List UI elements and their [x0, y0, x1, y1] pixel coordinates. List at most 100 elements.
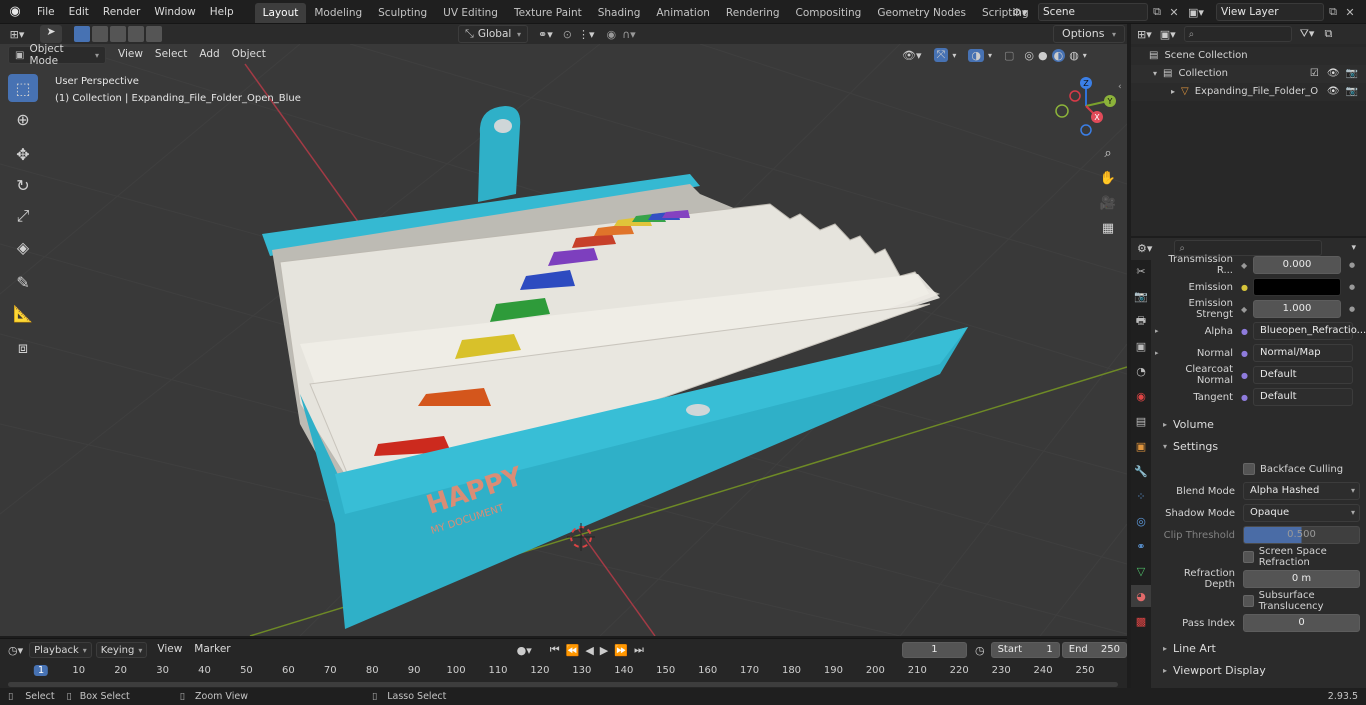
current-frame-marker[interactable]: 1 [33, 665, 49, 676]
camera-icon[interactable]: 📷 [1346, 65, 1358, 83]
ssr-row[interactable]: Screen Space Refraction [1153, 546, 1366, 568]
editor-type-icon[interactable]: ⊞▾ [0, 28, 34, 41]
snap-target-icon[interactable]: ⋮▾ [578, 28, 595, 41]
tab-animation[interactable]: Animation [648, 3, 718, 23]
refraction-depth-field[interactable]: 0 m [1243, 570, 1360, 588]
prev-keyframe-icon[interactable]: ⏪ [566, 644, 580, 657]
keyframe-dot-icon[interactable]: ● [1349, 305, 1355, 313]
tab-uv-editing[interactable]: UV Editing [435, 3, 506, 23]
menu-window[interactable]: Window [147, 0, 202, 24]
select-mode-extend-icon[interactable] [92, 26, 108, 42]
alpha-link-field[interactable]: Blueopen_Refractio... [1253, 322, 1366, 340]
gizmo-toggle-icon[interactable]: ⤧ [933, 48, 949, 62]
delete-scene-icon[interactable]: ✕ [1166, 6, 1182, 19]
tool-props-icon[interactable]: ✂ [1131, 260, 1151, 282]
data-props-icon[interactable]: ▽ [1131, 560, 1151, 582]
scale-tool-icon[interactable]: ⤢ [8, 202, 38, 230]
view-layer-field[interactable]: View Layer [1216, 3, 1324, 21]
options-dropdown[interactable]: Options ▾ [1053, 25, 1125, 43]
subsurface-row[interactable]: Subsurface Translucency [1153, 590, 1366, 612]
world-props-icon[interactable]: ◉ [1131, 385, 1151, 407]
backface-culling-row[interactable]: Backface Culling [1153, 458, 1366, 480]
link-dot-icon[interactable]: ● [1241, 393, 1253, 402]
constraints-props-icon[interactable]: ⚭ [1131, 535, 1151, 557]
menu-view[interactable]: View [112, 46, 149, 64]
camera-view-icon[interactable]: 🎥 [1097, 192, 1119, 214]
wireframe-shading-icon[interactable]: ◎ [1024, 49, 1034, 62]
eye-icon[interactable]: 👁 [1327, 65, 1340, 83]
new-collection-icon[interactable]: ⧉ [1324, 27, 1332, 41]
eye-icon[interactable]: 👁 [1327, 83, 1340, 101]
annotate-tool-icon[interactable]: ✎ [8, 268, 38, 296]
subsurface-checkbox[interactable] [1243, 595, 1254, 607]
scene-name-field[interactable]: Scene [1038, 3, 1148, 21]
clearcoat-normal-field[interactable]: Default [1253, 366, 1353, 384]
visibility-icon[interactable]: 👁▾ [902, 49, 922, 62]
shadow-mode-dropdown[interactable]: Opaque ▾ [1243, 504, 1360, 522]
filter-icon[interactable]: ⛛▾ [1300, 27, 1315, 41]
copy-scene-icon[interactable]: ⧉ [1148, 5, 1166, 19]
render-props-icon[interactable]: 📷 [1131, 285, 1151, 307]
tab-modeling[interactable]: Modeling [306, 3, 370, 23]
collection-props-icon[interactable]: ▤ [1131, 410, 1151, 432]
ssr-checkbox[interactable] [1243, 551, 1254, 563]
cursor-tool-icon[interactable]: ⊕ [8, 105, 38, 133]
link-dot-icon[interactable]: ● [1241, 283, 1253, 292]
proportional-edit-icon[interactable]: ◉ [607, 28, 617, 41]
exclude-checkbox-icon[interactable]: ☑ [1310, 65, 1319, 83]
measure-tool-icon[interactable]: 📐 [8, 299, 38, 327]
texture-props-icon[interactable]: ▩ [1131, 610, 1151, 632]
link-dot-icon[interactable]: ◆ [1241, 261, 1253, 270]
move-tool-icon[interactable]: ✥ [8, 140, 38, 168]
normal-link-field[interactable]: Normal/Map [1253, 344, 1353, 362]
settings-section-header[interactable]: ▾ Settings [1153, 436, 1366, 458]
chevron-down-icon[interactable]: ▾ [952, 51, 956, 60]
menu-edit[interactable]: Edit [62, 0, 96, 24]
view-layer-icon[interactable]: ▣▾ [1188, 6, 1216, 19]
xray-icon[interactable]: ▢ [1004, 49, 1014, 62]
menu-file[interactable]: File [30, 0, 62, 24]
material-shading-icon[interactable]: ◐ [1051, 48, 1066, 62]
volume-section-header[interactable]: ▸ Volume [1153, 414, 1366, 436]
keyframe-dot-icon[interactable]: ● [1349, 283, 1355, 291]
3d-viewport[interactable]: HAPPY MY DOCUMENT Z Y X ▣ Object Mode ▾ … [0, 44, 1127, 636]
viewport-display-section-header[interactable]: ▸ Viewport Display [1153, 660, 1366, 682]
modifier-props-icon[interactable]: 🔧 [1131, 460, 1151, 482]
transform-tool-icon[interactable]: ◈ [8, 233, 38, 261]
select-mode-invert-icon[interactable] [128, 26, 144, 42]
link-dot-icon[interactable]: ◆ [1241, 305, 1253, 314]
tab-layout[interactable]: Layout [254, 2, 307, 23]
jump-start-icon[interactable]: ⏮ [550, 643, 560, 657]
outliner-scene-collection[interactable]: ▤ Scene Collection [1131, 47, 1366, 65]
display-mode-icon[interactable]: ▣▾ [1160, 28, 1176, 41]
keyframe-dot-icon[interactable]: ● [1349, 261, 1355, 269]
timeline-view-menu[interactable]: View [151, 641, 188, 659]
menu-render[interactable]: Render [96, 0, 147, 24]
outliner-search-input[interactable]: ⌕ [1183, 26, 1292, 42]
overlay-toggle-icon[interactable]: ◑ [968, 48, 984, 62]
play-reverse-icon[interactable]: ◀ [585, 644, 593, 657]
start-frame-field[interactable]: Start 1 [990, 642, 1060, 658]
clock-icon[interactable]: ◷ [975, 644, 985, 657]
particles-props-icon[interactable]: ⁘ [1131, 485, 1151, 507]
link-dot-icon[interactable]: ● [1241, 371, 1253, 380]
select-mode-subtract-icon[interactable] [110, 26, 126, 42]
menu-help[interactable]: Help [203, 0, 241, 24]
falloff-icon[interactable]: ∩▾ [622, 28, 636, 41]
transmission-roughness-field[interactable]: 0.000 [1253, 256, 1341, 274]
ortho-toggle-icon[interactable]: ▦ [1097, 217, 1119, 239]
object-mode-dropdown[interactable]: ▣ Object Mode ▾ [8, 44, 106, 67]
outliner-collection[interactable]: ▾ ▤ Collection ☑ 👁 📷 [1131, 65, 1366, 83]
expand-arrow-icon[interactable]: ▸ [1171, 83, 1175, 101]
playback-dropdown[interactable]: Playback ▾ [29, 642, 92, 658]
chevron-down-icon[interactable]: ▾ [1083, 51, 1087, 60]
object-props-icon[interactable]: ▣ [1131, 435, 1151, 457]
zoom-icon[interactable]: ⌕ [1097, 142, 1119, 164]
clip-threshold-slider[interactable]: 0.500 [1243, 526, 1360, 544]
tab-shading[interactable]: Shading [590, 3, 649, 23]
select-mode-intersect-icon[interactable] [146, 26, 162, 42]
keying-dropdown[interactable]: Keying ▾ [95, 642, 148, 658]
timeline-marker-menu[interactable]: Marker [188, 641, 236, 659]
tab-geometry-nodes[interactable]: Geometry Nodes [869, 3, 974, 23]
add-cube-tool-icon[interactable]: ⧈ [8, 334, 38, 362]
